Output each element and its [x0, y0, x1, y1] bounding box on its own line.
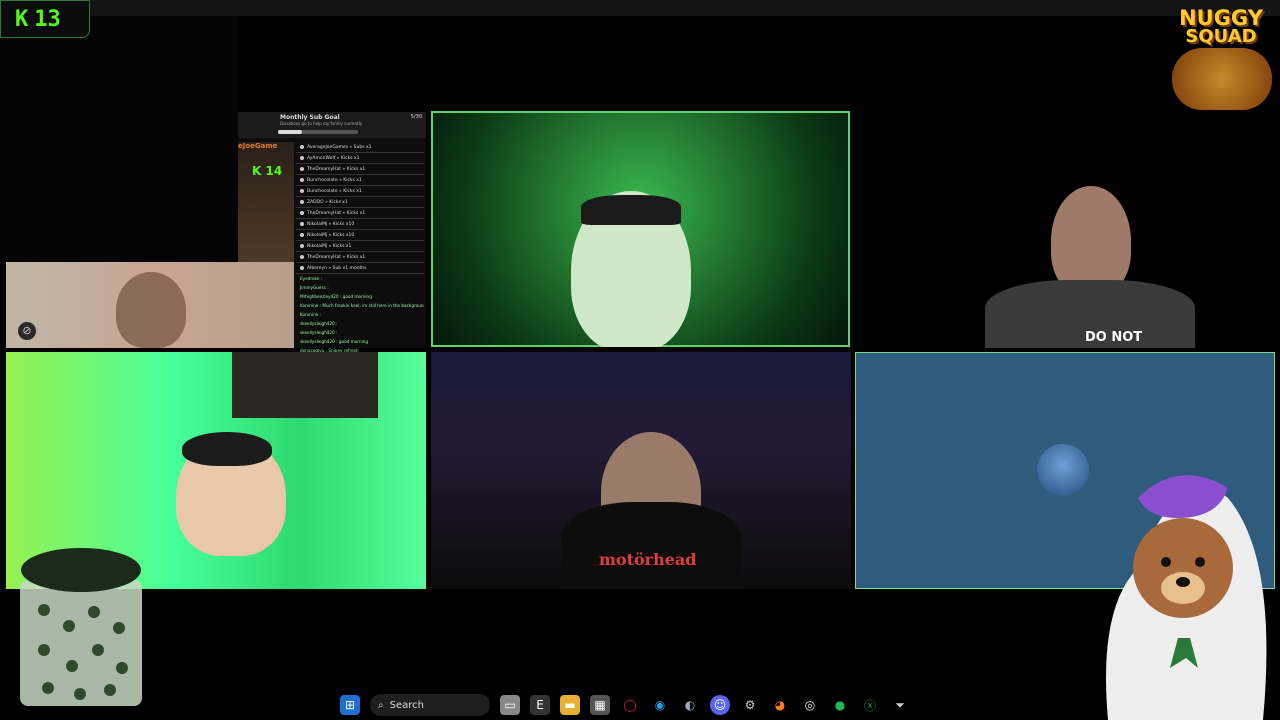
bear-mascot-icon — [1106, 475, 1267, 720]
event-text: NikolaiMj » Kicks x10 — [307, 232, 355, 238]
windows-taskbar: ⊞ ⌕ Search ▭ E ▬ ▦ ◯ ◉ ◐ ☺ ⚙ ◕ ◎ ● ⓧ ⏷ — [340, 690, 940, 720]
goal-progress-bar — [278, 130, 358, 134]
goal-progress: 5/30 — [410, 114, 422, 120]
streamer-name: eJoeGame — [238, 142, 278, 150]
epic-games-icon[interactable]: E — [530, 695, 550, 715]
participant-video — [116, 272, 186, 348]
file-explorer-icon[interactable]: ▭ — [500, 695, 520, 715]
event-row: NikolaiMj » Kicks x1 — [296, 241, 424, 252]
folder-icon[interactable]: ▬ — [560, 695, 580, 715]
xbox-icon[interactable]: ⓧ — [860, 695, 880, 715]
cap — [182, 432, 272, 466]
kick-logo-icon: K — [15, 6, 29, 32]
event-row: TheDreamyHat » Kicks x1 — [296, 164, 424, 175]
logo-characters-icon — [1172, 48, 1272, 110]
event-icon — [300, 145, 304, 149]
kick-follower-count: 13 — [34, 6, 61, 32]
discord-icon[interactable]: ☺ — [710, 695, 730, 715]
chat-message: skeellysleigh420 : — [300, 330, 338, 335]
event-text: TheDreamyHat » Kicks x1 — [307, 254, 366, 260]
event-icon — [300, 156, 304, 160]
camera-off-icon[interactable]: ⊘ — [18, 322, 36, 340]
wall-poster — [232, 352, 378, 418]
windows-start-icon[interactable]: ⊞ — [340, 695, 360, 715]
chat-message: skeellysleigh420 : good morning — [300, 339, 369, 344]
firefox-icon[interactable]: ◕ — [770, 695, 790, 715]
event-icon — [300, 200, 304, 204]
kick-count-badge: K 14 — [252, 164, 283, 178]
event-text: TheDreamyHat » Kicks x1 — [307, 166, 366, 172]
leaf-jar-icon — [20, 548, 142, 706]
event-icon — [300, 233, 304, 237]
event-row: Albereyn » Sub x1 months — [296, 263, 424, 274]
filter-icon[interactable]: ⏷ — [890, 695, 910, 715]
participant-tile-2[interactable]: DO NOT — [965, 160, 1215, 348]
goal-title: Monthly Sub Goal — [280, 114, 340, 121]
overlay-black-panel — [0, 16, 238, 262]
event-text: Bunchocolate » Kicks x1 — [307, 177, 362, 183]
event-text: NikolaiMj » Kicks x1 — [307, 243, 352, 249]
event-row: Bunchocolate » Kicks x1 — [296, 175, 424, 186]
event-icon — [300, 244, 304, 248]
app-icon[interactable]: ▦ — [590, 695, 610, 715]
event-icon — [300, 255, 304, 259]
event-icon — [300, 266, 304, 270]
event-row: ZADDO » Kicks x1 — [296, 197, 424, 208]
event-feed: AverageJoeGames » Subs x1 AyAmonWolf » Ki… — [296, 142, 424, 355]
kick-follower-badge: K 13 — [0, 0, 90, 38]
settings-icon[interactable]: ⚙ — [740, 695, 760, 715]
event-icon — [300, 222, 304, 226]
event-icon — [300, 178, 304, 182]
event-row: TheDreamyHat » Kicks x1 — [296, 252, 424, 263]
top-strip — [0, 0, 1280, 16]
event-text: Albereyn » Sub x1 months — [307, 265, 367, 271]
event-text: AverageJoeGames » Subs x1 — [307, 144, 372, 150]
participant-shirt — [561, 502, 741, 589]
goal-subtitle: Donations go to help my family currently — [280, 121, 363, 126]
taskbar-search[interactable]: ⌕ Search — [370, 694, 490, 716]
participant-tile-4[interactable]: motörhead — [431, 352, 851, 589]
chat-message: Eyedroke : — [300, 276, 323, 281]
event-row: NikolaiMj » Kicks x10 — [296, 230, 424, 241]
event-text: Bunchocolate » Kicks x1 — [307, 188, 362, 194]
participant-tile-1[interactable]: ⊘ — [6, 262, 294, 348]
event-icon — [300, 167, 304, 171]
obs-icon[interactable]: ◎ — [800, 695, 820, 715]
chat-message: skeellysleigh420 : — [300, 321, 338, 326]
edge-icon[interactable]: ◉ — [650, 695, 670, 715]
shirt-text: motörhead — [599, 550, 697, 569]
shirt-text: DO NOT — [1085, 330, 1143, 345]
chat-message: Mrhighbeezley420 : good morning — [300, 294, 372, 299]
bandana — [581, 195, 681, 225]
participant-tile-active-speaker[interactable] — [431, 111, 850, 347]
sub-goal-bar: Monthly Sub Goal Donations go to help my… — [238, 112, 426, 138]
nuggy-squad-logo: NUGGY SQUAD — [1164, 4, 1278, 112]
event-row: AverageJoeGames » Subs x1 — [296, 142, 424, 153]
event-row: Bunchocolate » Kicks x1 — [296, 186, 424, 197]
steam-icon[interactable]: ◐ — [680, 695, 700, 715]
event-text: NikolaiMj » Kicks x10 — [307, 221, 355, 227]
event-icon — [300, 189, 304, 193]
event-text: TheDreamyHat » Kicks x1 — [307, 210, 366, 216]
chat-message: Korvnine : Much freakin keel, im still h… — [300, 303, 424, 308]
opera-icon[interactable]: ◯ — [620, 695, 640, 715]
chat-message: Korvnine : — [300, 312, 322, 317]
event-icon — [300, 211, 304, 215]
search-icon: ⌕ — [378, 699, 384, 711]
event-row: AyAmonWolf » Kicks x1 — [296, 153, 424, 164]
event-row: TheDreamyHat » Kicks x1 — [296, 208, 424, 219]
spotify-icon[interactable]: ● — [830, 695, 850, 715]
logo-line2: SQUAD — [1185, 26, 1257, 47]
event-row: NikolaiMj » Kicks x10 — [296, 219, 424, 230]
event-text: ZADDO » Kicks x1 — [307, 199, 348, 205]
chat-message: JimmyGuess : — [300, 285, 329, 290]
event-text: AyAmonWolf » Kicks x1 — [307, 155, 360, 161]
